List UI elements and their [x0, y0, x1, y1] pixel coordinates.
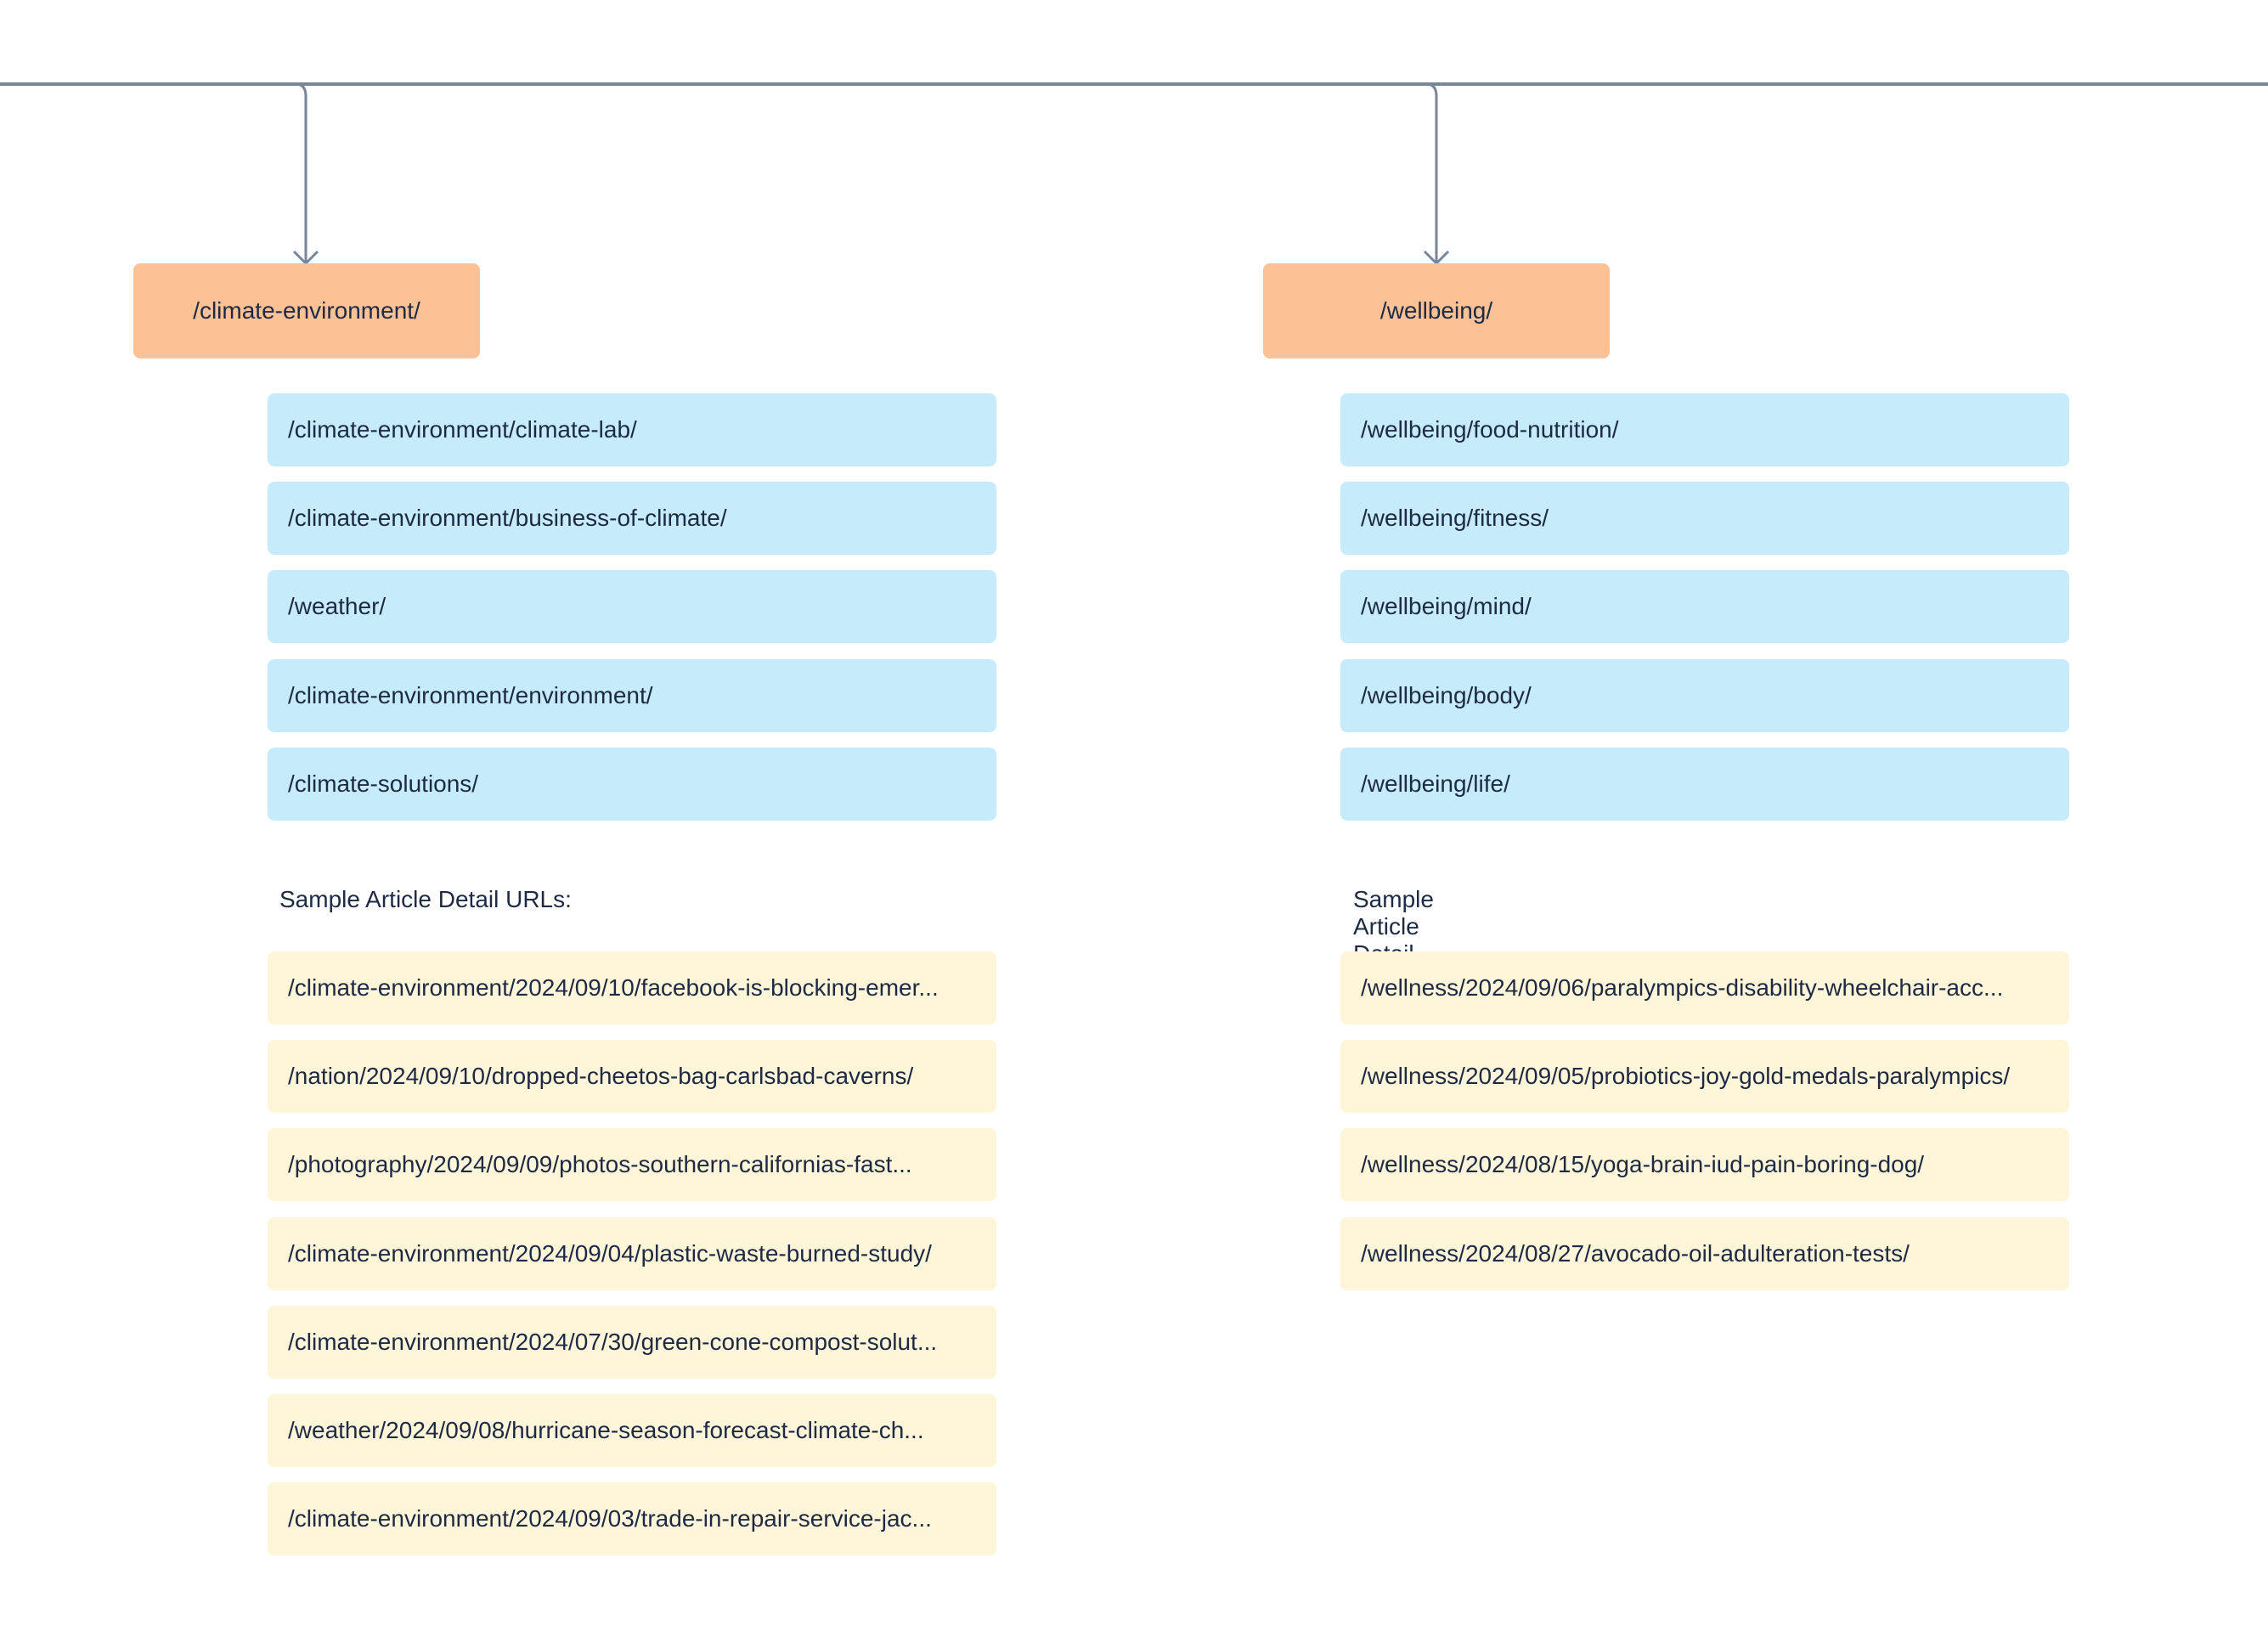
- branch-connector-wellbeing: [1425, 82, 1438, 262]
- subsection-label: /wellbeing/food-nutrition/: [1361, 416, 1619, 443]
- article-url-label: /wellness/2024/08/15/yoga-brain-iud-pain…: [1361, 1151, 1925, 1177]
- section-node[interactable]: /wellbeing/: [1263, 263, 1610, 358]
- subsection-label: /wellbeing/life/: [1361, 770, 1510, 797]
- subsection-node[interactable]: /wellbeing/fitness/: [1340, 482, 2069, 555]
- subsection-node[interactable]: /wellbeing/mind/: [1340, 570, 2069, 643]
- article-url-node[interactable]: /wellness/2024/09/05/probiotics-joy-gold…: [1340, 1040, 2069, 1113]
- section-node-label: /wellbeing/: [1379, 297, 1493, 324]
- subsection-label: /wellbeing/mind/: [1361, 593, 1532, 619]
- subsection-node[interactable]: /wellbeing/food-nutrition/: [1340, 393, 2069, 466]
- article-url-label: /wellness/2024/08/27/avocado-oil-adulter…: [1361, 1240, 1910, 1267]
- subsection-label: /wellbeing/body/: [1361, 682, 1532, 708]
- article-url-label: /wellness/2024/09/06/paralympics-disabil…: [1361, 974, 2004, 1001]
- section-wellbeing: /wellbeing/ /wellbeing/food-nutrition/ /…: [0, 0, 2069, 1648]
- article-url-node[interactable]: /wellness/2024/08/15/yoga-brain-iud-pain…: [1340, 1128, 2069, 1201]
- subsection-label: /wellbeing/fitness/: [1361, 505, 1549, 531]
- article-url-label: /wellness/2024/09/05/probiotics-joy-gold…: [1361, 1063, 2011, 1089]
- subsection-node[interactable]: /wellbeing/life/: [1340, 748, 2069, 821]
- article-url-node[interactable]: /wellness/2024/09/06/paralympics-disabil…: [1340, 951, 2069, 1024]
- article-url-node[interactable]: /wellness/2024/08/27/avocado-oil-adulter…: [1340, 1217, 2069, 1290]
- subsection-node[interactable]: /wellbeing/body/: [1340, 659, 2069, 732]
